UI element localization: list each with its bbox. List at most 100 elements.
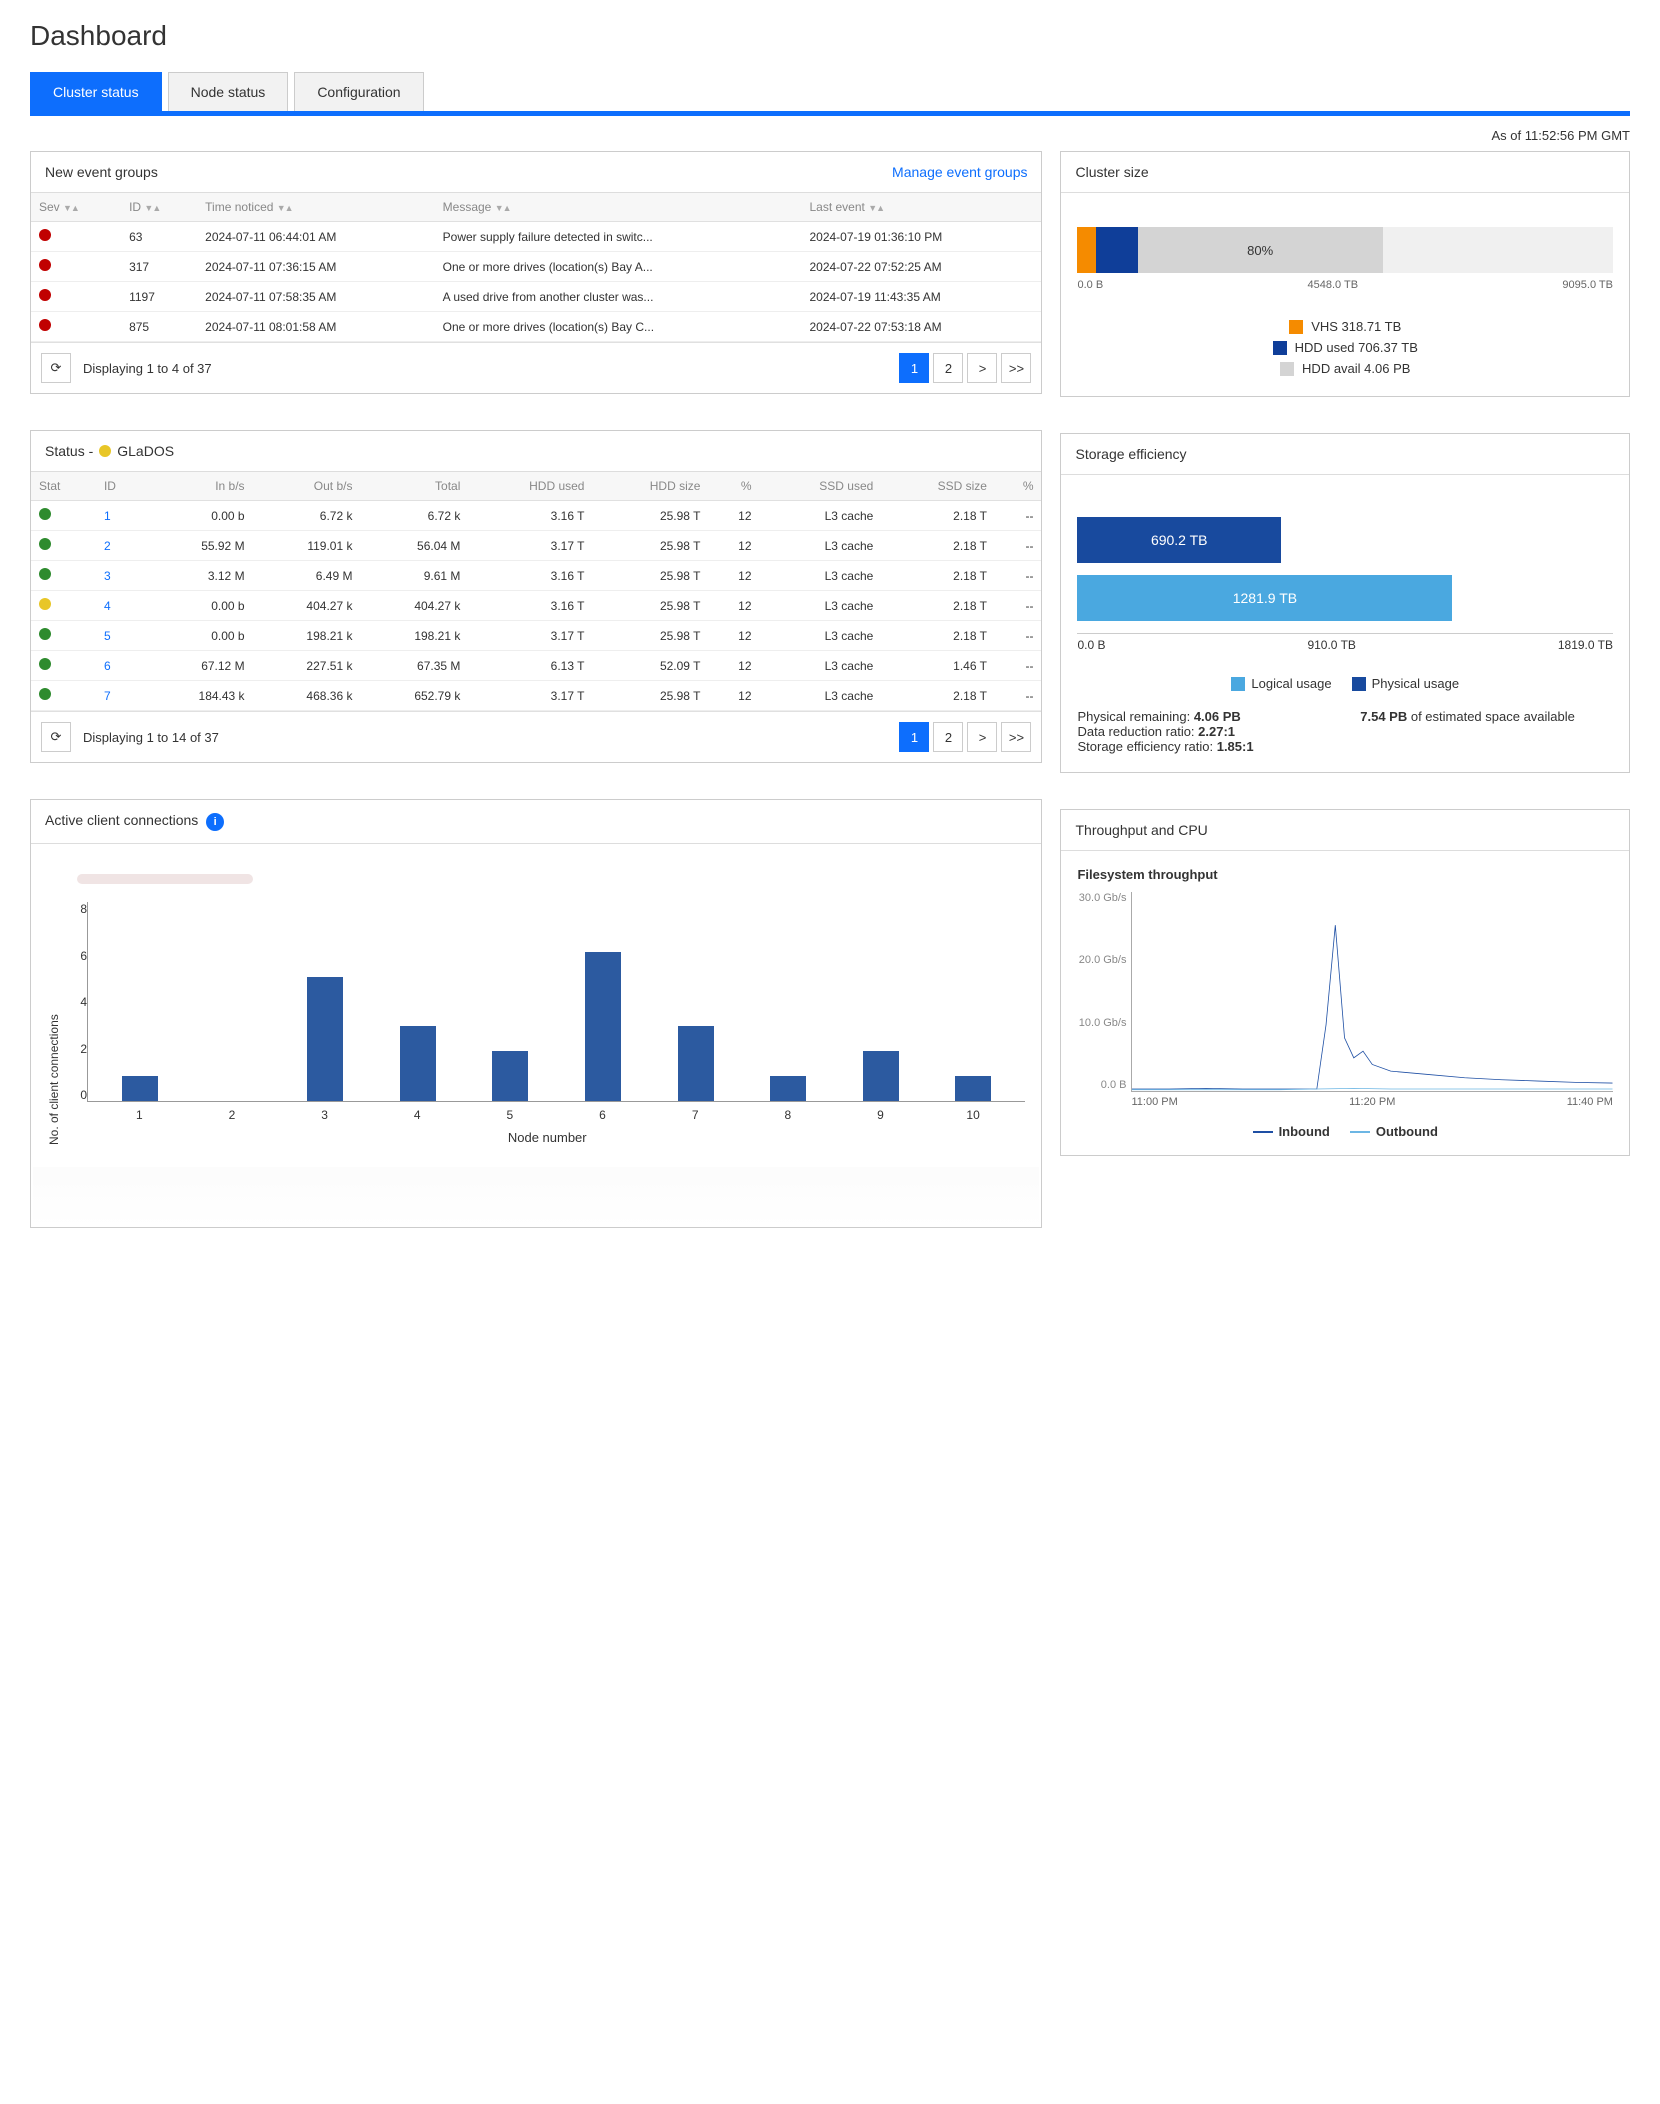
legend-inbound: Inbound <box>1253 1124 1330 1139</box>
events-title: New event groups <box>45 164 158 180</box>
col-header[interactable]: Sev ▼▲ <box>31 193 121 222</box>
page-button[interactable]: 2 <box>933 353 963 383</box>
tab-configuration[interactable]: Configuration <box>294 72 423 111</box>
table-row[interactable]: 255.92 M119.01 k56.04 M3.17 T25.98 T12L3… <box>31 531 1041 561</box>
status-panel: Status - GLaDOS StatIDIn b/sOut b/sTotal… <box>30 430 1042 763</box>
refresh-button[interactable]: ⟳ <box>41 353 71 383</box>
status-dot-icon <box>39 598 51 610</box>
table-row[interactable]: 667.12 M227.51 k67.35 M6.13 T52.09 T12L3… <box>31 651 1041 681</box>
connection-bar <box>770 1076 806 1101</box>
col-header[interactable]: Out b/s <box>253 472 361 501</box>
table-row[interactable]: 40.00 b404.27 k404.27 k3.16 T25.98 T12L3… <box>31 591 1041 621</box>
status-title: Status - GLaDOS <box>45 443 174 459</box>
severity-dot-icon <box>39 259 51 271</box>
tab-node-status[interactable]: Node status <box>168 72 289 111</box>
table-row[interactable]: 11972024-07-11 07:58:35 AMA used drive f… <box>31 282 1041 312</box>
efficiency-title: Storage efficiency <box>1075 446 1186 462</box>
node-id-link[interactable]: 2 <box>104 539 111 553</box>
info-icon[interactable]: i <box>206 813 224 831</box>
tp-ytick: 10.0 Gb/s <box>1079 1017 1127 1029</box>
table-row[interactable]: 632024-07-11 06:44:01 AMPower supply fai… <box>31 222 1041 252</box>
page-button[interactable]: 1 <box>899 353 929 383</box>
status-dot-icon <box>39 658 51 670</box>
col-header[interactable]: In b/s <box>145 472 253 501</box>
node-id-link[interactable]: 3 <box>104 569 111 583</box>
events-display-text: Displaying 1 to 4 of 37 <box>83 361 212 376</box>
page-button[interactable]: > <box>967 353 997 383</box>
logical-usage-bar: 1281.9 TB <box>1077 575 1452 621</box>
connection-bar <box>585 952 621 1101</box>
legend-item: HDD used 706.37 TB <box>1061 340 1629 355</box>
status-dot-icon <box>39 568 51 580</box>
connections-bars <box>87 902 1025 1102</box>
connection-bar <box>492 1051 528 1101</box>
page-button[interactable]: > <box>967 722 997 752</box>
legend-physical: Physical usage <box>1352 676 1459 691</box>
cluster-tick: 4548.0 TB <box>1308 279 1359 291</box>
physical-usage-bar: 690.2 TB <box>1077 517 1280 563</box>
scrollbar-thumb[interactable] <box>77 874 253 884</box>
manage-event-groups-link[interactable]: Manage event groups <box>892 164 1027 180</box>
cluster-tick: 0.0 B <box>1077 279 1103 291</box>
col-header[interactable]: Time noticed ▼▲ <box>197 193 434 222</box>
page-button[interactable]: >> <box>1001 353 1031 383</box>
events-pagination: 12>>> <box>899 353 1031 383</box>
cluster-size-bar: 80% <box>1077 227 1613 273</box>
col-header[interactable]: SSD size <box>881 472 995 501</box>
tp-xtick: 11:20 PM <box>1349 1096 1395 1108</box>
table-row[interactable]: 50.00 b198.21 k198.21 k3.17 T25.98 T12L3… <box>31 621 1041 651</box>
col-header[interactable]: Message ▼▲ <box>435 193 802 222</box>
tab-bar: Cluster statusNode statusConfiguration <box>30 72 1630 116</box>
tp-xtick: 11:40 PM <box>1567 1096 1613 1108</box>
col-header[interactable]: ID <box>96 472 145 501</box>
refresh-button[interactable]: ⟳ <box>41 722 71 752</box>
node-id-link[interactable]: 5 <box>104 629 111 643</box>
col-header[interactable]: HDD used <box>468 472 592 501</box>
col-header[interactable]: % <box>995 472 1042 501</box>
connections-title: Active client connections i <box>45 812 224 831</box>
status-dot-icon <box>39 688 51 700</box>
page-button[interactable]: 2 <box>933 722 963 752</box>
legend-item: HDD avail 4.06 PB <box>1061 361 1629 376</box>
table-row[interactable]: 7184.43 k468.36 k652.79 k3.17 T25.98 T12… <box>31 681 1041 711</box>
cluster-size-panel: Cluster size 80% 0.0 B 4548.0 TB 9095.0 … <box>1060 151 1630 397</box>
col-header[interactable]: Last event ▼▲ <box>801 193 1041 222</box>
node-id-link[interactable]: 1 <box>104 509 111 523</box>
node-id-link[interactable]: 6 <box>104 659 111 673</box>
connections-ylabel: No. of client connections <box>47 902 61 1145</box>
status-pagination: 12>>> <box>899 722 1031 752</box>
col-header[interactable]: Stat <box>31 472 96 501</box>
status-dot-icon <box>39 508 51 520</box>
connections-panel: Active client connections i No. of clien… <box>30 799 1042 1228</box>
efficiency-panel: Storage efficiency 690.2 TB 1281.9 TB 0.… <box>1060 433 1630 773</box>
legend-logical: Logical usage <box>1231 676 1331 691</box>
page-title: Dashboard <box>30 20 1630 52</box>
col-header[interactable]: SSD used <box>760 472 882 501</box>
cluster-seg-hdd-used <box>1096 227 1138 273</box>
table-row[interactable]: 8752024-07-11 08:01:58 AMOne or more dri… <box>31 312 1041 342</box>
connection-bar <box>400 1026 436 1101</box>
col-header[interactable]: Total <box>360 472 468 501</box>
col-header[interactable]: HDD size <box>592 472 708 501</box>
connection-bar <box>122 1076 158 1101</box>
legend-outbound: Outbound <box>1350 1124 1438 1139</box>
page-button[interactable]: 1 <box>899 722 929 752</box>
col-header[interactable]: % <box>708 472 759 501</box>
table-row[interactable]: 33.12 M6.49 M9.61 M3.16 T25.98 T12L3 cac… <box>31 561 1041 591</box>
events-panel: New event groups Manage event groups Sev… <box>30 151 1042 394</box>
tp-ytick: 30.0 Gb/s <box>1079 892 1127 904</box>
tab-cluster-status[interactable]: Cluster status <box>30 72 162 111</box>
eff-stats-right: 7.54 PB of estimated space available <box>1360 709 1613 754</box>
refresh-icon: ⟳ <box>51 360 62 376</box>
page-button[interactable]: >> <box>1001 722 1031 752</box>
status-display-text: Displaying 1 to 14 of 37 <box>83 730 219 745</box>
table-row[interactable]: 10.00 b6.72 k6.72 k3.16 T25.98 T12L3 cac… <box>31 501 1041 531</box>
node-id-link[interactable]: 7 <box>104 689 111 703</box>
refresh-icon: ⟳ <box>51 729 62 745</box>
eff-stats-left: Physical remaining: 4.06 PB Data reducti… <box>1077 709 1330 754</box>
eff-tick: 0.0 B <box>1077 638 1105 652</box>
node-id-link[interactable]: 4 <box>104 599 111 613</box>
table-row[interactable]: 3172024-07-11 07:36:15 AMOne or more dri… <box>31 252 1041 282</box>
col-header[interactable]: ID ▼▲ <box>121 193 197 222</box>
cluster-tick: 9095.0 TB <box>1562 279 1613 291</box>
